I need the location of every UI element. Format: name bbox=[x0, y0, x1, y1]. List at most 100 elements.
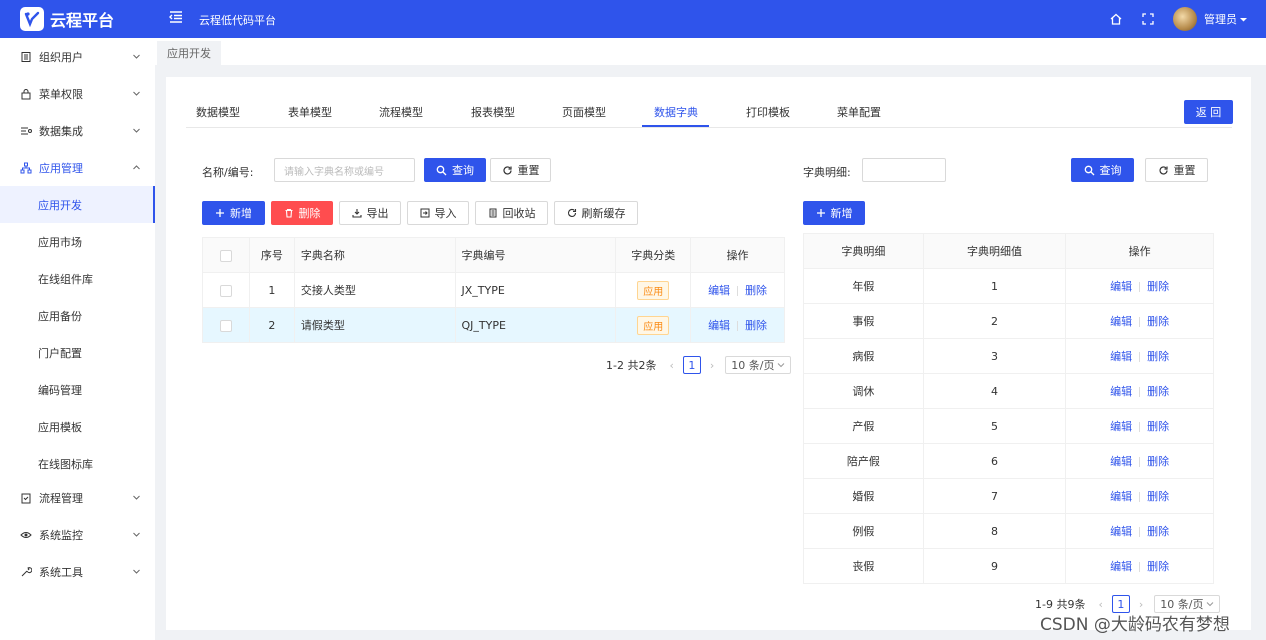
table-row[interactable]: 产假 5 编辑 删除 bbox=[803, 408, 1214, 444]
sidebar-subitem-icon-lib[interactable]: 在线图标库 bbox=[0, 445, 155, 482]
table-row[interactable]: 丧假 9 编辑 删除 bbox=[803, 548, 1214, 584]
sidebar-item-menu-permission[interactable]: 菜单权限 bbox=[0, 75, 155, 112]
edit-link[interactable]: 编辑 bbox=[1110, 490, 1132, 503]
user-name[interactable]: 管理员 bbox=[1204, 11, 1237, 27]
page-number[interactable]: 1 bbox=[682, 356, 701, 374]
delete-label: 删除 bbox=[298, 207, 321, 220]
menu-fold-icon[interactable] bbox=[168, 9, 184, 25]
export-label: 导出 bbox=[366, 207, 389, 220]
table-row[interactable]: 婚假 7 编辑 删除 bbox=[803, 478, 1214, 514]
left-reset-button[interactable]: 重置 bbox=[490, 158, 551, 182]
export-button[interactable]: 导出 bbox=[339, 201, 401, 225]
tab-menu-config[interactable]: 菜单配置 bbox=[837, 104, 881, 120]
back-button[interactable]: 返 回 bbox=[1184, 100, 1233, 124]
dictionary-search-input[interactable]: 请输入字典名称或编号 bbox=[274, 158, 415, 182]
sidebar-subitem-app-backup[interactable]: 应用备份 bbox=[0, 297, 155, 334]
table-row[interactable]: 调休 4 编辑 删除 bbox=[803, 373, 1214, 409]
tab-process-model[interactable]: 流程模型 bbox=[379, 104, 423, 120]
delete-link[interactable]: 删除 bbox=[1147, 385, 1169, 398]
tab-print-template[interactable]: 打印模板 bbox=[746, 104, 790, 120]
select-all-checkbox[interactable] bbox=[219, 249, 232, 262]
tab-report-model[interactable]: 报表模型 bbox=[471, 104, 515, 120]
app-logo[interactable]: 云程平台 bbox=[0, 0, 155, 38]
sidebar-item-data-integration[interactable]: 数据集成 bbox=[0, 112, 155, 149]
sidebar-subitem-code-management[interactable]: 编码管理 bbox=[0, 371, 155, 408]
platform-title: 云程低代码平台 bbox=[199, 14, 276, 27]
row-checkbox[interactable] bbox=[219, 284, 232, 297]
page-tab-app-dev[interactable]: 应用开发 bbox=[157, 41, 221, 65]
tab-data-dictionary[interactable]: 数据字典 bbox=[654, 104, 698, 120]
cell-value: 9 bbox=[922, 548, 1067, 584]
delete-link[interactable]: 删除 bbox=[1147, 560, 1169, 573]
sidebar-subitem-app-market[interactable]: 应用市场 bbox=[0, 223, 155, 260]
detail-search-input[interactable] bbox=[862, 158, 946, 182]
tab-page-model[interactable]: 页面模型 bbox=[562, 104, 606, 120]
chevron-down-icon bbox=[133, 495, 140, 500]
prev-page-icon[interactable]: ‹ bbox=[669, 359, 673, 372]
sidebar-subitem-app-dev[interactable]: 应用开发 bbox=[0, 186, 155, 223]
pager-total: 1-2 共2条 bbox=[606, 359, 657, 372]
refresh-icon bbox=[567, 208, 576, 217]
select-all-cell[interactable] bbox=[202, 237, 250, 273]
table-row[interactable]: 陪产假 6 编辑 删除 bbox=[803, 443, 1214, 479]
sidebar-item-system-tools[interactable]: 系统工具 bbox=[0, 553, 155, 590]
import-button[interactable]: 导入 bbox=[407, 201, 469, 225]
sidebar-item-org-users[interactable]: 组织用户 bbox=[0, 38, 155, 75]
edit-link[interactable]: 编辑 bbox=[1110, 350, 1132, 363]
page-tabbar: 应用开发 bbox=[155, 38, 1266, 65]
edit-link[interactable]: 编辑 bbox=[1110, 420, 1132, 433]
delete-link[interactable]: 删除 bbox=[1147, 525, 1169, 538]
delete-link[interactable]: 删除 bbox=[1147, 315, 1169, 328]
edit-link[interactable]: 编辑 bbox=[1110, 315, 1132, 328]
divider bbox=[1139, 422, 1141, 432]
edit-link[interactable]: 编辑 bbox=[1110, 525, 1132, 538]
row-checkbox[interactable] bbox=[219, 319, 232, 332]
right-query-button[interactable]: 查询 bbox=[1071, 158, 1134, 182]
delete-link[interactable]: 删除 bbox=[1147, 350, 1169, 363]
sidebar-subitem-app-template[interactable]: 应用模板 bbox=[0, 408, 155, 445]
page-size-label: 10 条/页 bbox=[731, 359, 775, 372]
edit-link[interactable]: 编辑 bbox=[1110, 280, 1132, 293]
table-row[interactable]: 2 请假类型 QJ_TYPE 应用 编辑 删除 bbox=[202, 307, 785, 343]
sidebar-subitem-portal-config[interactable]: 门户配置 bbox=[0, 334, 155, 371]
delete-dictionary-button[interactable]: 删除 bbox=[271, 201, 333, 225]
delete-link[interactable]: 删除 bbox=[1147, 490, 1169, 503]
page-size-select[interactable]: 10 条/页 bbox=[725, 356, 792, 374]
sidebar-item-app-management[interactable]: 应用管理 bbox=[0, 149, 155, 186]
next-page-icon[interactable]: › bbox=[710, 359, 714, 372]
left-query-button[interactable]: 查询 bbox=[424, 158, 486, 182]
table-row[interactable]: 1 交接人类型 JX_TYPE 应用 编辑 删除 bbox=[202, 272, 785, 308]
refresh-cache-button[interactable]: 刷新缓存 bbox=[554, 201, 638, 225]
table-row[interactable]: 事假 2 编辑 删除 bbox=[803, 303, 1214, 339]
cell-value: 7 bbox=[922, 478, 1067, 514]
fullscreen-icon[interactable] bbox=[1141, 12, 1155, 26]
right-reset-button[interactable]: 重置 bbox=[1145, 158, 1208, 182]
sidebar-item-process-management[interactable]: 流程管理 bbox=[0, 479, 155, 516]
home-icon[interactable] bbox=[1109, 12, 1123, 26]
delete-link[interactable]: 删除 bbox=[1147, 420, 1169, 433]
sidebar-subitem-component-lib[interactable]: 在线组件库 bbox=[0, 260, 155, 297]
sidebar-item-system-monitor[interactable]: 系统监控 bbox=[0, 516, 155, 553]
add-detail-button[interactable]: 新增 bbox=[803, 201, 865, 225]
edit-link[interactable]: 编辑 bbox=[708, 284, 730, 297]
table-row[interactable]: 病假 3 编辑 删除 bbox=[803, 338, 1214, 374]
add-dictionary-button[interactable]: 新增 bbox=[202, 201, 265, 225]
table-row[interactable]: 例假 8 编辑 删除 bbox=[803, 513, 1214, 549]
user-avatar[interactable] bbox=[1173, 7, 1197, 31]
edit-link[interactable]: 编辑 bbox=[1110, 455, 1132, 468]
delete-link[interactable]: 删除 bbox=[745, 319, 767, 332]
caret-down-icon[interactable] bbox=[1239, 15, 1248, 24]
table-row[interactable]: 年假 1 编辑 删除 bbox=[803, 268, 1214, 304]
recycle-bin-button[interactable]: 回收站 bbox=[475, 201, 548, 225]
tab-data-model[interactable]: 数据模型 bbox=[196, 104, 240, 120]
edit-link[interactable]: 编辑 bbox=[708, 319, 730, 332]
reset-label: 重置 bbox=[1173, 164, 1196, 177]
edit-link[interactable]: 编辑 bbox=[1110, 385, 1132, 398]
next-page-icon[interactable]: › bbox=[1139, 598, 1143, 611]
edit-link[interactable]: 编辑 bbox=[1110, 560, 1132, 573]
delete-link[interactable]: 删除 bbox=[745, 284, 767, 297]
delete-link[interactable]: 删除 bbox=[1147, 455, 1169, 468]
tab-form-model[interactable]: 表单模型 bbox=[288, 104, 332, 120]
prev-page-icon[interactable]: ‹ bbox=[1098, 598, 1102, 611]
delete-link[interactable]: 删除 bbox=[1147, 280, 1169, 293]
